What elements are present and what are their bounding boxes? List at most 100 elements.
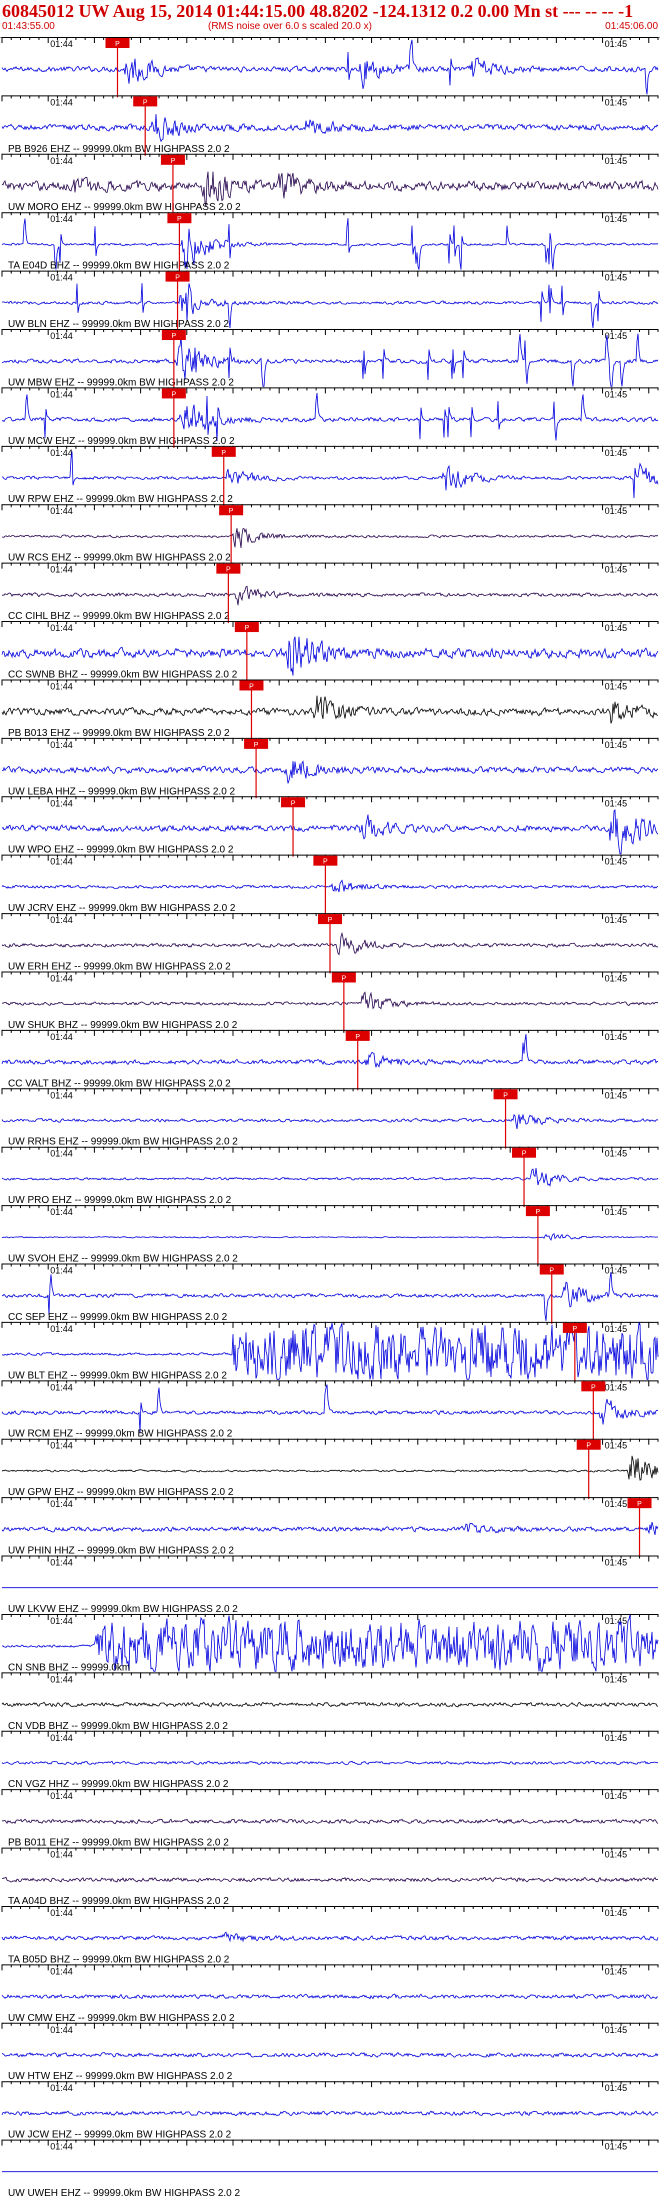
minute-tick-label: 01:44 — [50, 156, 73, 166]
waveform — [1, 451, 659, 499]
minute-tick-label: 01:44 — [50, 1324, 73, 1334]
minute-tick-label: 01:44 — [50, 1558, 73, 1568]
pick-label: P — [536, 1209, 541, 1216]
minute-tick-label: 01:44 — [50, 2142, 73, 2152]
minute-tick-label: 01:44 — [50, 1090, 73, 1100]
minute-tick-label: 01:45 — [605, 2025, 628, 2035]
trace-panel: 01:44 01:45 UW ERH EHZ -- 99999.0km BW HIG… — [1, 913, 659, 974]
station-label: UW MBW EHZ -- 99999.0km BW HIGHPASS 2.0 … — [8, 377, 234, 388]
minute-tick-label: 01:44 — [50, 97, 73, 107]
minute-tick-label: 01:44 — [50, 1616, 73, 1626]
station-label: CN SNB BHZ -- 99999.0km — [8, 1662, 130, 1673]
pick-label: P — [172, 391, 177, 398]
waveform — [1, 1993, 659, 2000]
station-label: UW GPW EHZ -- 99999.0km BW HIGHPASS 2.0 … — [8, 1487, 234, 1498]
station-label: UW PHIN HHZ -- 99999.0km BW HIGHPASS 2.0… — [8, 1546, 234, 1557]
trace-panel: 01:44 01:45 CC VALT BHZ -- 99999.0km BW HI… — [1, 1029, 659, 1091]
station-label: UW SVOH EHZ -- 99999.0km BW HIGHPASS 2.0… — [8, 1254, 238, 1265]
station-label: UW SHUK BHZ -- 99999.0km BW HIGHPASS 2.0… — [8, 1020, 238, 1031]
trace-panel: 01:44 01:45 UW MBW EHZ -- 99999.0km BW HIG… — [1, 329, 659, 390]
trace-panel: 01:44 01:45 UW MORO EHZ -- 99999.0km BW HI… — [1, 153, 659, 215]
trace-panel: 01:44 01:45 UW CMW EHZ -- 99999.0km BW HIG… — [1, 1964, 659, 2024]
minute-tick-label: 01:45 — [605, 331, 628, 341]
minute-tick-label: 01:45 — [605, 798, 628, 808]
station-label: UW BLT EHZ -- 99999.0km BW HIGHPASS 2.0 … — [8, 1370, 227, 1381]
minute-tick-label: 01:45 — [605, 857, 628, 867]
minute-tick-label: 01:45 — [605, 1499, 628, 1509]
seismogram-chart: 01:44 01:45 P 01:44 01:45 PB B926 EHZ -- 9999… — [1, 37, 659, 2198]
trace-panel: 01:44 01:45 TA E04D BHZ -- 99999.0km BW HI… — [1, 212, 659, 273]
pick-label: P — [291, 800, 296, 807]
minute-tick-label: 01:45 — [605, 740, 628, 750]
station-label: UW RRHS EHZ -- 99999.0km BW HIGHPASS 2.0… — [8, 1137, 238, 1148]
trace-panel: 01:44 01:45 UW GPW EHZ -- 99999.0km BW HIG… — [1, 1438, 659, 1500]
minute-tick-label: 01:45 — [605, 1791, 628, 1801]
minute-tick-label: 01:44 — [50, 1441, 73, 1451]
trace-panel: 01:44 01:45 UW RPW EHZ -- 99999.0km BW HIG… — [1, 445, 659, 507]
trace-panel: 01:44 01:45 CC SWNB BHZ -- 99999.0km BW HI… — [1, 621, 659, 682]
waveform — [1, 1167, 659, 1187]
waveform — [1, 1113, 659, 1129]
waveform — [1, 1384, 659, 1433]
minute-tick-label: 01:44 — [50, 2025, 73, 2035]
minute-tick-label: 01:45 — [605, 1908, 628, 1918]
waveform — [1, 2051, 659, 2058]
waveform — [1, 585, 659, 606]
pick-label: P — [143, 99, 148, 106]
end-time: 01:45:06.00 — [605, 21, 658, 32]
pick-label: P — [221, 450, 226, 457]
station-label: UW RPW EHZ -- 99999.0km BW HIGHPASS 2.0 … — [8, 494, 233, 505]
minute-tick-label: 01:45 — [605, 1616, 628, 1626]
pick-label: P — [249, 683, 254, 690]
trace-panel: 01:44 01:45 UW RCM EHZ -- 99999.0km BW HIG… — [1, 1380, 659, 1441]
minute-tick-label: 01:44 — [50, 1149, 73, 1159]
pick-label: P — [586, 1443, 591, 1450]
minute-tick-label: 01:44 — [50, 681, 73, 691]
station-label: UW ERH EHZ -- 99999.0km BW HIGHPASS 2.0 … — [8, 961, 231, 972]
minute-tick-label: 01:45 — [605, 214, 628, 224]
waveform — [1, 1521, 659, 1535]
waveform — [1, 1876, 659, 1883]
trace-panel: 01:44 01:45 CC CIHL BHZ -- 99999.0km BW HI… — [1, 562, 659, 624]
pick-label: P — [549, 1268, 554, 1275]
pick-label: P — [522, 1151, 527, 1158]
minute-tick-label: 01:44 — [50, 39, 73, 49]
minute-tick-label: 01:44 — [50, 1032, 73, 1042]
pick-label: P — [637, 1501, 642, 1508]
minute-tick-label: 01:45 — [605, 1558, 628, 1568]
pick-label: P — [591, 1384, 596, 1391]
station-label: UW UWEH EHZ -- 99999.0km BW HIGHPASS 2.0… — [8, 2188, 241, 2198]
pick-label: P — [175, 275, 180, 282]
trace-panel: 01:44 01:45 CC SEP EHZ -- 99999.0km BW HIG… — [1, 1263, 659, 1324]
waveform — [1, 1818, 659, 1825]
minute-tick-label: 01:45 — [605, 156, 628, 166]
minute-tick-label: 01:44 — [50, 448, 73, 458]
event-title: 60845012 UW Aug 15, 2014 01:44:15.00 48.… — [2, 1, 634, 21]
trace-panel: 01:44 01:45 UW SHUK BHZ -- 99999.0km BW HI… — [1, 971, 659, 1032]
station-label: UW PRO EHZ -- 99999.0km BW HIGHPASS 2.0 … — [8, 1195, 232, 1206]
minute-tick-label: 01:45 — [605, 448, 628, 458]
minute-tick-label: 01:45 — [605, 1674, 628, 1684]
minute-tick-label: 01:44 — [50, 2083, 73, 2093]
station-label: CC VALT BHZ -- 99999.0km BW HIGHPASS 2.0… — [8, 1078, 231, 1089]
minute-tick-label: 01:45 — [605, 973, 628, 983]
trace-panel: 01:44 01:45 UW RCS EHZ -- 99999.0km BW HIG… — [1, 504, 659, 565]
trace-panel: 01:44 01:45 UW PRO EHZ -- 99999.0km BW HIG… — [1, 1146, 659, 1208]
minute-tick-label: 01:44 — [50, 1791, 73, 1801]
waveform — [1, 1701, 659, 1708]
minute-tick-label: 01:45 — [605, 565, 628, 575]
waveform — [1, 695, 659, 724]
header-bar: 60845012 UW Aug 15, 2014 01:44:15.00 48.… — [0, 0, 660, 38]
trace-panel: 01:44 01:45 UW LKVW EHZ -- 99999.0km BW HI… — [1, 1555, 659, 1615]
station-label: CN VGZ HHZ -- 99999.0km BW HIGHPASS 2.0 … — [8, 1779, 229, 1790]
minute-tick-label: 01:44 — [50, 331, 73, 341]
trace-panel: 01:44 01:45 UW HTW EHZ -- 99999.0km BW HIG… — [1, 2022, 659, 2082]
station-label: UW JCRV EHZ -- 99999.0km BW HIGHPASS 2.0… — [8, 903, 236, 914]
trace-panel: 01:44 01:45 CN VGZ HHZ -- 99999.0km BW HIG… — [1, 1730, 659, 1790]
waveform — [1, 1233, 659, 1241]
trace-panel: 01:44 01:45 UW JCRV EHZ -- 99999.0km BW HI… — [1, 854, 659, 916]
minute-tick-label: 01:44 — [50, 1850, 73, 1860]
pick-label: P — [342, 975, 347, 982]
waveform — [1, 114, 659, 143]
waveform — [1, 1931, 659, 1943]
